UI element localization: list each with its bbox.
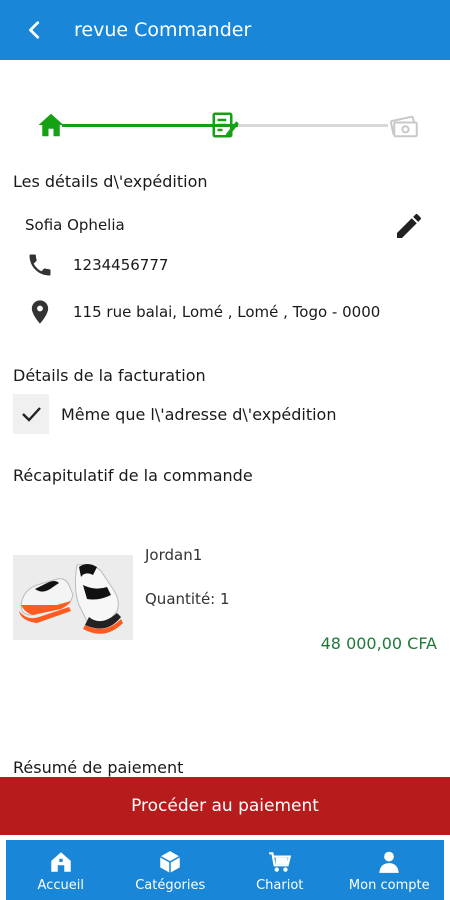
nav-item-account[interactable]: Mon compte	[335, 840, 445, 900]
phone-number: 1234456777	[73, 256, 169, 274]
page-title: revue Commander	[74, 19, 252, 41]
quantity-value: 1	[220, 590, 230, 608]
checkmark-icon	[22, 407, 41, 422]
nav-label-categories: Catégories	[135, 878, 206, 893]
product-quantity: Quantité: 1	[145, 590, 230, 608]
order-summary-title: Récapitulatif de la commande	[13, 466, 253, 485]
pencil-icon[interactable]	[393, 210, 425, 242]
proceed-to-payment-button[interactable]: Procéder au paiement	[0, 777, 450, 835]
billing-section-title: Détails de la facturation	[13, 366, 206, 385]
phone-icon	[29, 254, 51, 276]
cart-icon	[268, 852, 291, 872]
sneaker-image	[13, 555, 133, 640]
box-icon	[160, 851, 181, 873]
recipient-name: Sofia Ophelia	[25, 216, 125, 234]
same-address-option[interactable]: Même que l\'adresse d\'expédition	[13, 394, 336, 434]
nav-item-home[interactable]: Accueil	[6, 840, 116, 900]
shipping-address: 115 rue balai, Lomé , Lomé , Togo - 0000	[73, 303, 381, 321]
shipping-section-title: Les détails d\'expédition	[13, 172, 208, 191]
phone-row: 1234456777	[25, 250, 168, 280]
bottom-navigation: Accueil Catégories Chariot Mon compte	[0, 840, 450, 900]
product-name: Jordan1	[145, 546, 203, 564]
quantity-label: Quantité:	[145, 590, 216, 608]
nav-label-account: Mon compte	[348, 878, 430, 893]
shipping-card: Sofia Ophelia 1234456777 115 rue balai, …	[13, 200, 437, 346]
nav-label-home: Accueil	[37, 878, 84, 893]
payment-summary-title: Résumé de paiement	[13, 758, 184, 777]
product-price: 48 000,00 CFA	[320, 634, 437, 653]
nav-label-cart: Chariot	[256, 878, 304, 893]
edit-note-icon	[212, 112, 239, 138]
arrow-back-icon	[29, 21, 40, 39]
checkout-stepper	[36, 108, 420, 142]
same-address-checkbox[interactable]	[13, 394, 49, 434]
home-icon	[38, 113, 64, 137]
product-image	[13, 555, 133, 640]
back-button[interactable]	[10, 0, 60, 60]
address-row: 115 rue balai, Lomé , Lomé , Togo - 0000	[25, 297, 380, 327]
same-address-label: Même que l\'adresse d\'expédition	[61, 404, 337, 424]
nav-item-categories[interactable]: Catégories	[116, 840, 226, 900]
location-pin-icon	[31, 300, 49, 324]
app-bar: revue Commander	[0, 0, 450, 60]
stepper-remaining-line	[238, 124, 388, 127]
money-icon	[389, 115, 418, 138]
home-icon	[51, 852, 71, 872]
user-icon	[379, 851, 399, 873]
nav-item-cart[interactable]: Chariot	[225, 840, 335, 900]
order-item[interactable]: Jordan1 Quantité: 1 48 000,00 CFA	[13, 540, 443, 660]
